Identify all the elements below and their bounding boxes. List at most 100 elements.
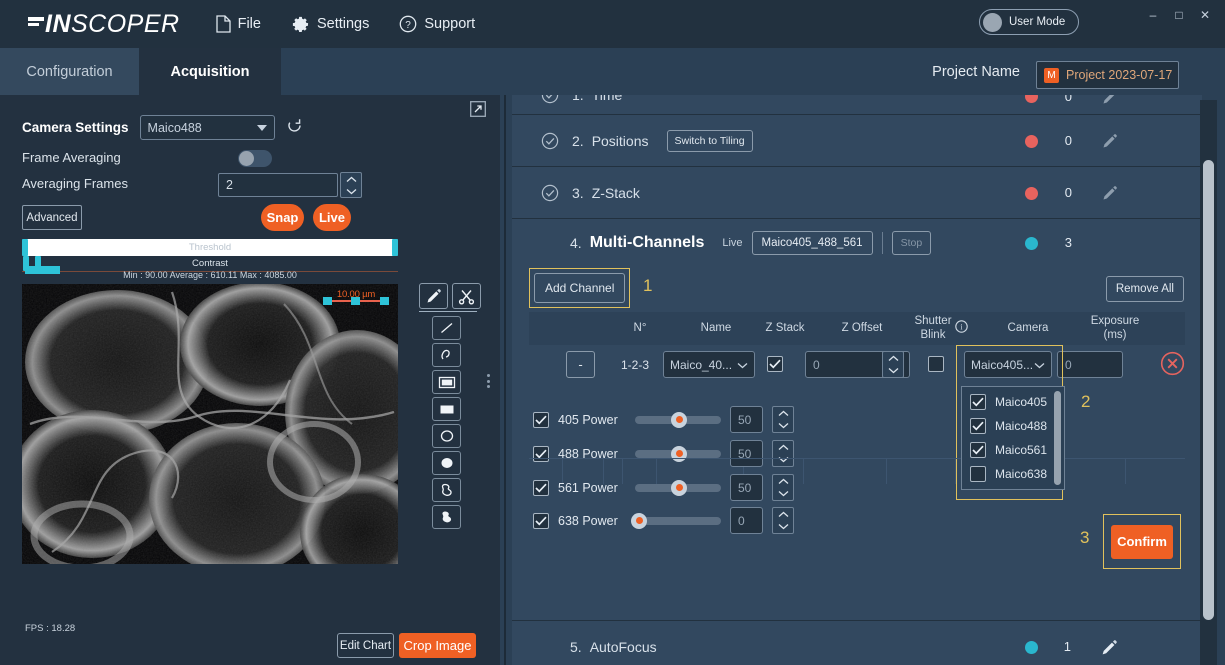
remove-all-button[interactable]: Remove All	[1106, 276, 1184, 302]
threshold-handle-left[interactable]	[22, 239, 28, 256]
main-scrollbar-thumb[interactable]	[1203, 160, 1214, 620]
step-row-positions[interactable]: 2. Positions Switch to Tiling 0	[512, 115, 1202, 167]
edit-pencil-icon[interactable]	[1101, 95, 1118, 111]
scissors-icon[interactable]	[452, 283, 481, 309]
threshold-handle-right[interactable]	[392, 239, 398, 256]
power-stepper-561[interactable]	[772, 474, 794, 501]
freehand-line-icon[interactable]	[432, 343, 461, 367]
stepper-up-icon[interactable]	[773, 441, 793, 454]
blob-filled-icon[interactable]	[432, 505, 461, 529]
stepper-up-icon[interactable]	[883, 352, 903, 365]
crop-image-button[interactable]: Crop Image	[399, 633, 476, 658]
power-checkbox-561[interactable]	[533, 480, 549, 496]
power-value-638[interactable]: 0	[730, 507, 763, 534]
exposure-input[interactable]: 0	[1057, 351, 1123, 378]
power-checkbox-638[interactable]	[533, 513, 549, 529]
panel-resize-grip[interactable]	[487, 374, 491, 388]
dropdown-item-maico561[interactable]: Maico561	[962, 438, 1064, 462]
power-checkbox-405[interactable]	[533, 412, 549, 428]
user-mode-toggle[interactable]: User Mode	[979, 9, 1079, 35]
dropdown-checkbox-maico561[interactable]	[970, 442, 986, 458]
live-channel-value[interactable]: Maico405_488_561	[752, 231, 873, 255]
stepper-up-icon[interactable]	[773, 407, 793, 420]
collapse-row-button[interactable]: -	[566, 351, 595, 378]
dropdown-item-maico488[interactable]: Maico488	[962, 414, 1064, 438]
threshold-slider[interactable]: Threshold	[22, 239, 398, 256]
edit-pencil-icon[interactable]	[1100, 639, 1118, 662]
channel-name-select[interactable]: Maico_40...	[663, 351, 755, 378]
slider-knob[interactable]	[671, 446, 687, 462]
power-slider-488[interactable]	[635, 450, 721, 458]
stepper-down-icon[interactable]	[773, 420, 793, 433]
confirm-button[interactable]: Confirm	[1111, 525, 1173, 559]
live-button[interactable]: Live	[313, 204, 351, 231]
delete-circle-icon[interactable]	[1160, 351, 1185, 381]
pencil-icon[interactable]	[419, 283, 448, 309]
slider-knob[interactable]	[671, 412, 687, 428]
edit-pencil-icon[interactable]	[1101, 185, 1118, 207]
step-row-autofocus[interactable]: 5. AutoFocus 1	[512, 621, 1202, 665]
slider-knob[interactable]	[671, 480, 687, 496]
rectangle-outline-icon[interactable]	[432, 370, 461, 394]
expand-panel-icon[interactable]	[470, 101, 486, 117]
rectangle-filled-icon[interactable]	[432, 397, 461, 421]
dropdown-checkbox-maico405[interactable]	[970, 394, 986, 410]
stepper-up-icon[interactable]	[341, 173, 361, 185]
ellipse-outline-icon[interactable]	[432, 424, 461, 448]
power-slider-638[interactable]	[635, 517, 721, 525]
main-scrollbar-track[interactable]	[1200, 100, 1217, 665]
camera-dropdown-list[interactable]: Maico405 Maico488 Maico561 Maico638	[961, 386, 1065, 490]
step-row-multichannels[interactable]: 4. Multi-Channels Live Maico405_488_561 …	[512, 219, 1202, 266]
dropdown-item-maico638[interactable]: Maico638	[962, 462, 1064, 486]
camera-select[interactable]: Maico488	[140, 115, 275, 140]
snap-button[interactable]: Snap	[261, 204, 304, 231]
stepper-down-icon[interactable]	[883, 365, 903, 378]
stepper-up-icon[interactable]	[773, 475, 793, 488]
add-channel-button[interactable]: Add Channel	[534, 273, 625, 303]
power-stepper-638[interactable]	[772, 507, 794, 534]
power-stepper-488[interactable]	[772, 440, 794, 467]
averaging-frames-input[interactable]: 2	[218, 173, 338, 197]
stepper-down-icon[interactable]	[341, 185, 361, 197]
menu-item-settings[interactable]: Settings	[291, 15, 369, 34]
dropdown-checkbox-maico488[interactable]	[970, 418, 986, 434]
stepper-down-icon[interactable]	[773, 454, 793, 467]
tab-configuration[interactable]: Configuration	[0, 48, 139, 95]
project-selector[interactable]: M Project 2023-07-17	[1036, 61, 1179, 89]
switch-to-tiling-button[interactable]: Switch to Tiling	[667, 130, 753, 152]
minimize-button[interactable]: –	[1141, 4, 1165, 26]
power-value-561[interactable]: 50	[730, 474, 763, 501]
camera-cell-select[interactable]: Maico405...	[964, 351, 1052, 378]
power-stepper-405[interactable]	[772, 406, 794, 433]
blob-outline-icon[interactable]	[432, 478, 461, 502]
stepper-down-icon[interactable]	[773, 488, 793, 501]
menu-item-file[interactable]: File	[216, 15, 261, 33]
ellipse-filled-icon[interactable]	[432, 451, 461, 475]
power-value-405[interactable]: 50	[730, 406, 763, 433]
averaging-frames-stepper[interactable]	[340, 172, 362, 198]
dropdown-checkbox-maico638[interactable]	[970, 466, 986, 482]
zoffset-stepper[interactable]	[882, 351, 904, 378]
refresh-icon[interactable]	[286, 117, 303, 139]
line-icon[interactable]	[432, 316, 461, 340]
frame-averaging-toggle[interactable]	[238, 150, 272, 167]
power-checkbox-488[interactable]	[533, 446, 549, 462]
stepper-down-icon[interactable]	[773, 521, 793, 534]
advanced-button[interactable]: Advanced	[22, 205, 82, 230]
stepper-up-icon[interactable]	[773, 508, 793, 521]
dropdown-scrollbar[interactable]	[1054, 391, 1061, 485]
microscope-image-view[interactable]: 10.00 µm	[22, 284, 398, 564]
power-slider-561[interactable]	[635, 484, 721, 492]
zstack-checkbox[interactable]	[767, 356, 783, 372]
tab-acquisition[interactable]: Acquisition	[139, 48, 281, 95]
edit-chart-button[interactable]: Edit Chart	[337, 633, 394, 658]
contrast-slider[interactable]: Contrast	[22, 256, 398, 271]
menu-item-support[interactable]: ? Support	[399, 15, 475, 33]
stop-button[interactable]: Stop	[892, 231, 932, 255]
close-button[interactable]: ✕	[1193, 4, 1217, 26]
info-icon[interactable]: i	[955, 320, 968, 338]
edit-pencil-icon[interactable]	[1101, 133, 1118, 155]
shutter-blink-checkbox[interactable]	[928, 356, 944, 372]
dropdown-item-maico405[interactable]: Maico405	[962, 390, 1064, 414]
power-slider-405[interactable]	[635, 416, 721, 424]
